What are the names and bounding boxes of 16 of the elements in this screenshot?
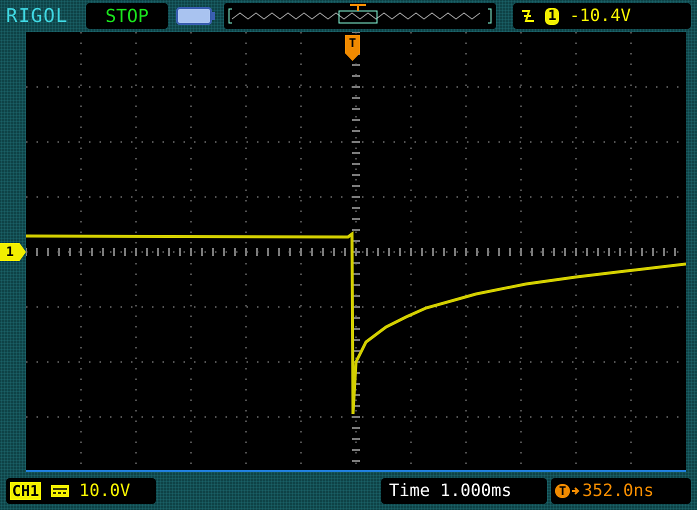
- right-arrow-icon: [572, 486, 580, 496]
- trigger-level: -10.4V: [569, 6, 631, 26]
- falling-edge-icon: [521, 8, 535, 24]
- memory-icon: [176, 6, 216, 26]
- timebase-label: Time: [389, 481, 430, 501]
- channel-marker[interactable]: 1: [0, 243, 26, 261]
- brand-label: RIGOL: [6, 5, 70, 27]
- trigger-offset-value: 352.0ns: [582, 481, 654, 501]
- trigger-offset-marker: T: [555, 484, 570, 498]
- trigger-source: 1: [545, 8, 560, 24]
- channel-scale: 10.0V: [79, 481, 130, 501]
- channel-label: CH1: [10, 482, 42, 500]
- coupling-icon: [51, 485, 70, 497]
- timebase-value: 1.000ms: [440, 481, 512, 501]
- run-state-indicator[interactable]: STOP: [86, 3, 168, 29]
- trigger-marker[interactable]: T: [345, 35, 360, 61]
